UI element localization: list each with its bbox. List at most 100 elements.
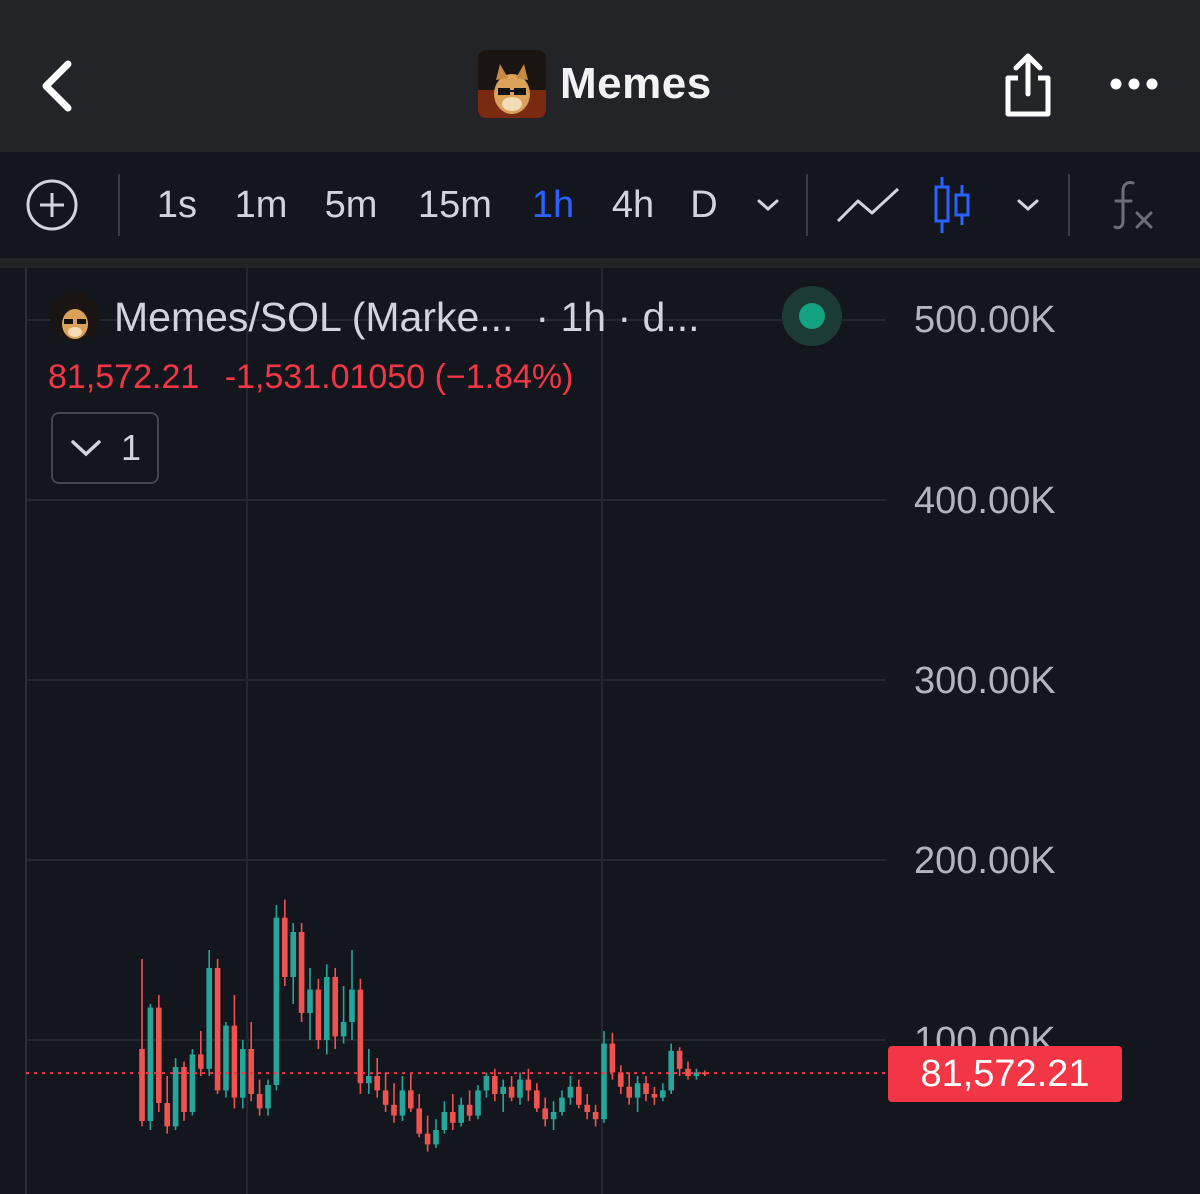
candle-body	[651, 1094, 658, 1098]
candle-body	[374, 1076, 380, 1091]
candle-body	[601, 1043, 607, 1120]
page-title: Memes	[560, 59, 712, 108]
price-change: -1,531.01050 (−1.84%)	[224, 358, 574, 396]
candle-body	[349, 989, 355, 1022]
share-button[interactable]	[996, 50, 1060, 120]
candle-body	[231, 1025, 238, 1098]
candle-body	[307, 989, 313, 1013]
style-dropdown[interactable]	[1008, 152, 1048, 258]
candle-body	[282, 917, 288, 977]
candle-body	[475, 1090, 481, 1116]
candle-body	[584, 1104, 590, 1112]
fx-icon	[1113, 181, 1153, 230]
candle-style-button[interactable]	[926, 152, 978, 258]
candle-body	[609, 1043, 616, 1073]
add-symbol-button[interactable]	[20, 152, 84, 258]
candle-body	[265, 1085, 271, 1109]
legend-avatar	[50, 292, 100, 342]
candle-body	[559, 1097, 565, 1112]
candle-body	[391, 1104, 397, 1116]
legend-symbol: Memes/SOL (Marke...	[114, 293, 514, 340]
candle-body	[508, 1086, 515, 1098]
candle-body	[248, 1049, 254, 1094]
candle-body	[534, 1090, 540, 1109]
candle-body	[256, 1094, 263, 1109]
timeframe-dropdown[interactable]	[748, 152, 788, 258]
candle-body	[450, 1112, 456, 1123]
candle-body	[458, 1104, 464, 1123]
candle-body	[685, 1068, 691, 1076]
chevron-down-icon	[1017, 199, 1039, 212]
timeframe-4h[interactable]: 4h	[604, 152, 662, 258]
candle-body	[332, 977, 338, 1037]
candle-body	[660, 1090, 666, 1098]
candle-body	[626, 1086, 632, 1098]
chart-toolbar: 1s 1m 5m 15m 1h 4h D	[0, 152, 1200, 258]
candle-body	[298, 932, 305, 1013]
toolbar-divider-band	[0, 258, 1200, 268]
timeframe-1m[interactable]: 1m	[228, 152, 294, 258]
y-axis-label: 400.00K	[914, 480, 1056, 522]
candle-body	[441, 1112, 448, 1130]
candle-body	[189, 1054, 196, 1112]
indicator-count: 1	[120, 427, 142, 468]
candle-body	[668, 1050, 674, 1091]
chart-legend: Memes/SOL (Marke... · 1h · d...	[50, 292, 700, 342]
last-price: 81,572.21	[48, 358, 200, 396]
candle-body	[567, 1086, 574, 1098]
candlestick-icon	[934, 177, 970, 233]
candle-body	[181, 1067, 187, 1112]
indicators-collapse-button[interactable]: 1	[51, 412, 159, 484]
timeframe-5m[interactable]: 5m	[318, 152, 384, 258]
timeframe-d[interactable]: D	[684, 152, 724, 258]
candle-body	[214, 968, 221, 1091]
token-avatar	[478, 50, 546, 118]
back-button[interactable]	[30, 52, 86, 116]
candle-body	[517, 1079, 523, 1098]
candle-body	[408, 1090, 414, 1109]
chevron-down-icon	[757, 199, 779, 212]
market-status-indicator[interactable]	[782, 286, 842, 346]
candle-body	[643, 1083, 649, 1094]
candle-body	[416, 1108, 422, 1134]
y-axis-label: 300.00K	[914, 660, 1056, 702]
candle-body	[357, 989, 364, 1084]
timeframe-1h[interactable]: 1h	[526, 152, 580, 258]
toolbar-divider	[806, 174, 808, 236]
last-price-tag: 81,572.21	[888, 1046, 1122, 1102]
line-chart-icon	[836, 187, 900, 223]
indicators-button[interactable]	[1104, 152, 1160, 258]
candle-body	[223, 1025, 229, 1091]
candle-body	[466, 1104, 473, 1116]
timeframe-15m[interactable]: 15m	[410, 152, 500, 258]
chevron-down-icon	[71, 440, 101, 457]
candle-body	[399, 1090, 406, 1116]
candle-body	[592, 1112, 599, 1120]
candle-body	[550, 1112, 557, 1120]
candle-body	[172, 1067, 179, 1127]
timeframe-1s[interactable]: 1s	[148, 152, 206, 258]
toolbar-divider	[118, 174, 120, 236]
y-axis-label: 500.00K	[914, 299, 1056, 341]
candle-body	[324, 977, 330, 1040]
line-style-button[interactable]	[832, 152, 904, 258]
candle-body	[576, 1086, 582, 1105]
candle-body	[424, 1133, 431, 1145]
y-axis-label: 200.00K	[914, 840, 1056, 882]
candle-body	[198, 1054, 204, 1069]
more-button[interactable]	[1104, 64, 1164, 104]
share-icon	[1005, 53, 1051, 117]
candle-body	[315, 989, 322, 1040]
candle-body	[525, 1079, 532, 1091]
candle-body	[273, 917, 280, 1085]
chevron-left-icon	[42, 60, 72, 112]
candle-body	[542, 1108, 548, 1120]
candle-body	[433, 1130, 439, 1145]
candle-body	[382, 1090, 389, 1105]
legend-price-row: 81,572.21 -1,531.01050 (−1.84%)	[48, 358, 573, 397]
toolbar-divider	[1068, 174, 1070, 236]
candle-body	[147, 1007, 154, 1121]
candle-body	[366, 1076, 372, 1084]
candle-body	[492, 1076, 498, 1094]
candle-body	[483, 1076, 490, 1091]
